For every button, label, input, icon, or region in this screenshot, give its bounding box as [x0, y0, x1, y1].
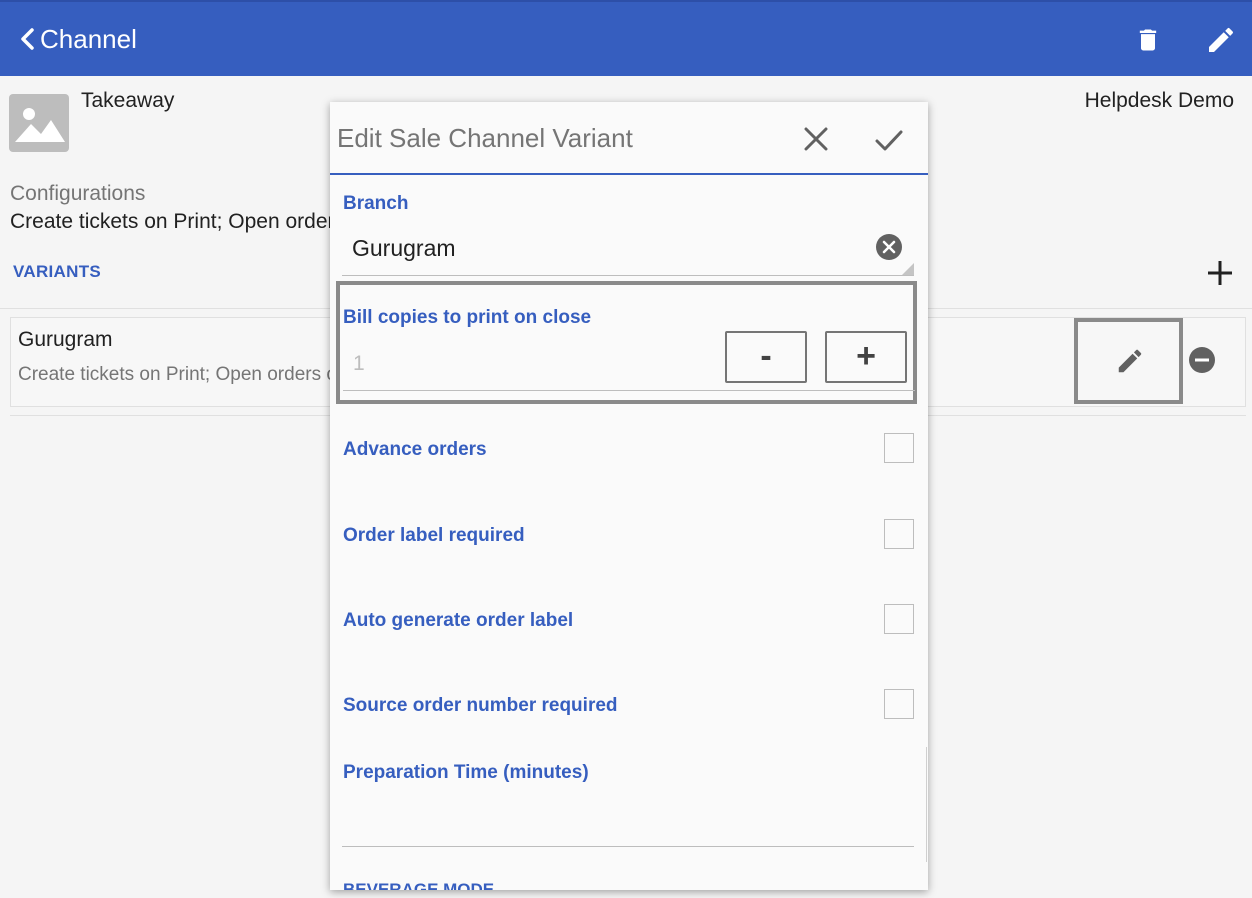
- pencil-icon: [1118, 349, 1142, 373]
- chevron-left-icon[interactable]: [14, 22, 42, 56]
- close-icon[interactable]: [801, 124, 831, 154]
- decrement-button[interactable]: -: [725, 331, 807, 383]
- bill-copies-field: Bill copies to print on close 1 - +: [336, 281, 917, 404]
- advance-orders-label: Advance orders: [343, 439, 487, 460]
- edit-variant-dialog: Edit Sale Channel Variant Branch Gurugra…: [330, 102, 928, 890]
- page-title: Channel: [40, 24, 137, 54]
- pencil-icon[interactable]: [1205, 24, 1237, 56]
- check-icon[interactable]: [873, 124, 905, 156]
- auto-generate-order-label-row: Auto generate order label: [330, 604, 928, 644]
- bill-copies-label: Bill copies to print on close: [343, 307, 592, 328]
- auto-generate-order-label-label: Auto generate order label: [343, 610, 574, 631]
- dropdown-corner: [902, 263, 914, 275]
- increment-button[interactable]: +: [825, 331, 907, 383]
- advance-orders-row: Advance orders: [330, 433, 928, 473]
- remove-variant-icon[interactable]: [1188, 346, 1216, 374]
- image-icon: [15, 108, 65, 142]
- branch-label: Branch: [343, 193, 409, 214]
- configurations-value: Create tickets on Print; Open orders on …: [10, 210, 330, 233]
- company-name: Helpdesk Demo: [1084, 89, 1234, 112]
- order-label-required-row: Order label required: [330, 519, 928, 559]
- clear-icon[interactable]: [875, 233, 903, 261]
- preparation-time-input[interactable]: [342, 792, 914, 847]
- next-section-label: BEVERAGE MODE: [343, 880, 495, 890]
- order-label-required-label: Order label required: [343, 525, 525, 546]
- bill-copies-input[interactable]: 1 - +: [343, 331, 915, 391]
- variants-heading: VARIANTS: [13, 262, 102, 281]
- source-order-number-row: Source order number required: [330, 689, 928, 729]
- variant-name: Gurugram: [18, 328, 113, 351]
- dialog-title: Edit Sale Channel Variant: [337, 123, 633, 153]
- channel-image-placeholder: [9, 94, 69, 152]
- advance-orders-checkbox[interactable]: [884, 433, 914, 463]
- source-order-number-label: Source order number required: [343, 695, 618, 716]
- source-order-number-checkbox[interactable]: [884, 689, 914, 719]
- configurations-label: Configurations: [10, 182, 146, 205]
- branch-value: Gurugram: [352, 235, 456, 261]
- branch-select[interactable]: Gurugram: [342, 224, 914, 276]
- app-bar: Channel: [0, 0, 1252, 76]
- channel-name: Takeaway: [81, 89, 175, 112]
- trash-icon[interactable]: [1134, 26, 1162, 54]
- preparation-time-label: Preparation Time (minutes): [343, 762, 589, 783]
- bill-copies-value: 1: [353, 352, 365, 375]
- variant-description: Create tickets on Print; Open orders on …: [18, 364, 330, 385]
- order-label-required-checkbox[interactable]: [884, 519, 914, 549]
- auto-generate-order-label-checkbox[interactable]: [884, 604, 914, 634]
- edit-variant-button[interactable]: [1074, 318, 1183, 404]
- dialog-header: Edit Sale Channel Variant: [330, 102, 928, 175]
- add-variant-button[interactable]: [1205, 258, 1235, 288]
- scrollbar-track: [926, 747, 927, 862]
